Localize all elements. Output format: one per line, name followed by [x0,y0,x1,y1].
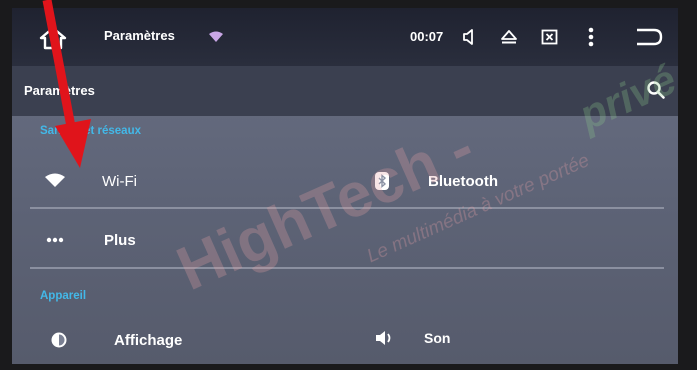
screen: Paramètres 00:07 Paramètres Sans fil et … [12,8,678,364]
brightness-icon [50,331,68,349]
eject-icon[interactable] [500,29,518,45]
volume-icon[interactable] [461,29,477,45]
setting-label-bluetooth: Bluetooth [428,172,498,190]
setting-item-display[interactable]: Affichage [50,322,350,358]
setting-label-sound: Son [424,330,451,346]
setting-label-wifi: Wi-Fi [102,172,137,190]
back-icon[interactable] [634,27,664,47]
page-title: Paramètres [24,83,95,98]
home-icon[interactable] [38,25,68,51]
search-icon[interactable] [646,80,666,100]
setting-item-sound[interactable]: Son [374,320,674,356]
status-app-title: Paramètres [104,28,175,43]
setting-item-wifi[interactable]: Wi-Fi [44,160,344,202]
setting-item-bluetooth[interactable]: Bluetooth [374,160,674,202]
title-bar: Paramètres [12,66,678,116]
close-window-icon[interactable] [541,29,558,45]
overflow-menu-icon[interactable] [587,27,595,47]
status-bar: Paramètres 00:07 [12,8,678,66]
setting-item-more[interactable]: Plus [46,221,346,259]
clock: 00:07 [410,29,444,44]
wifi-icon [44,173,66,189]
speaker-icon [374,329,394,347]
section-header-device: Appareil [40,290,87,302]
divider [30,207,664,209]
bluetooth-icon [374,171,390,191]
section-header-wireless: Sans fil et réseaux [40,125,141,137]
divider [30,267,664,269]
wifi-signal-icon [208,31,224,43]
setting-label-display: Affichage [114,331,183,349]
setting-label-more: Plus [104,231,136,249]
more-icon [46,237,64,243]
